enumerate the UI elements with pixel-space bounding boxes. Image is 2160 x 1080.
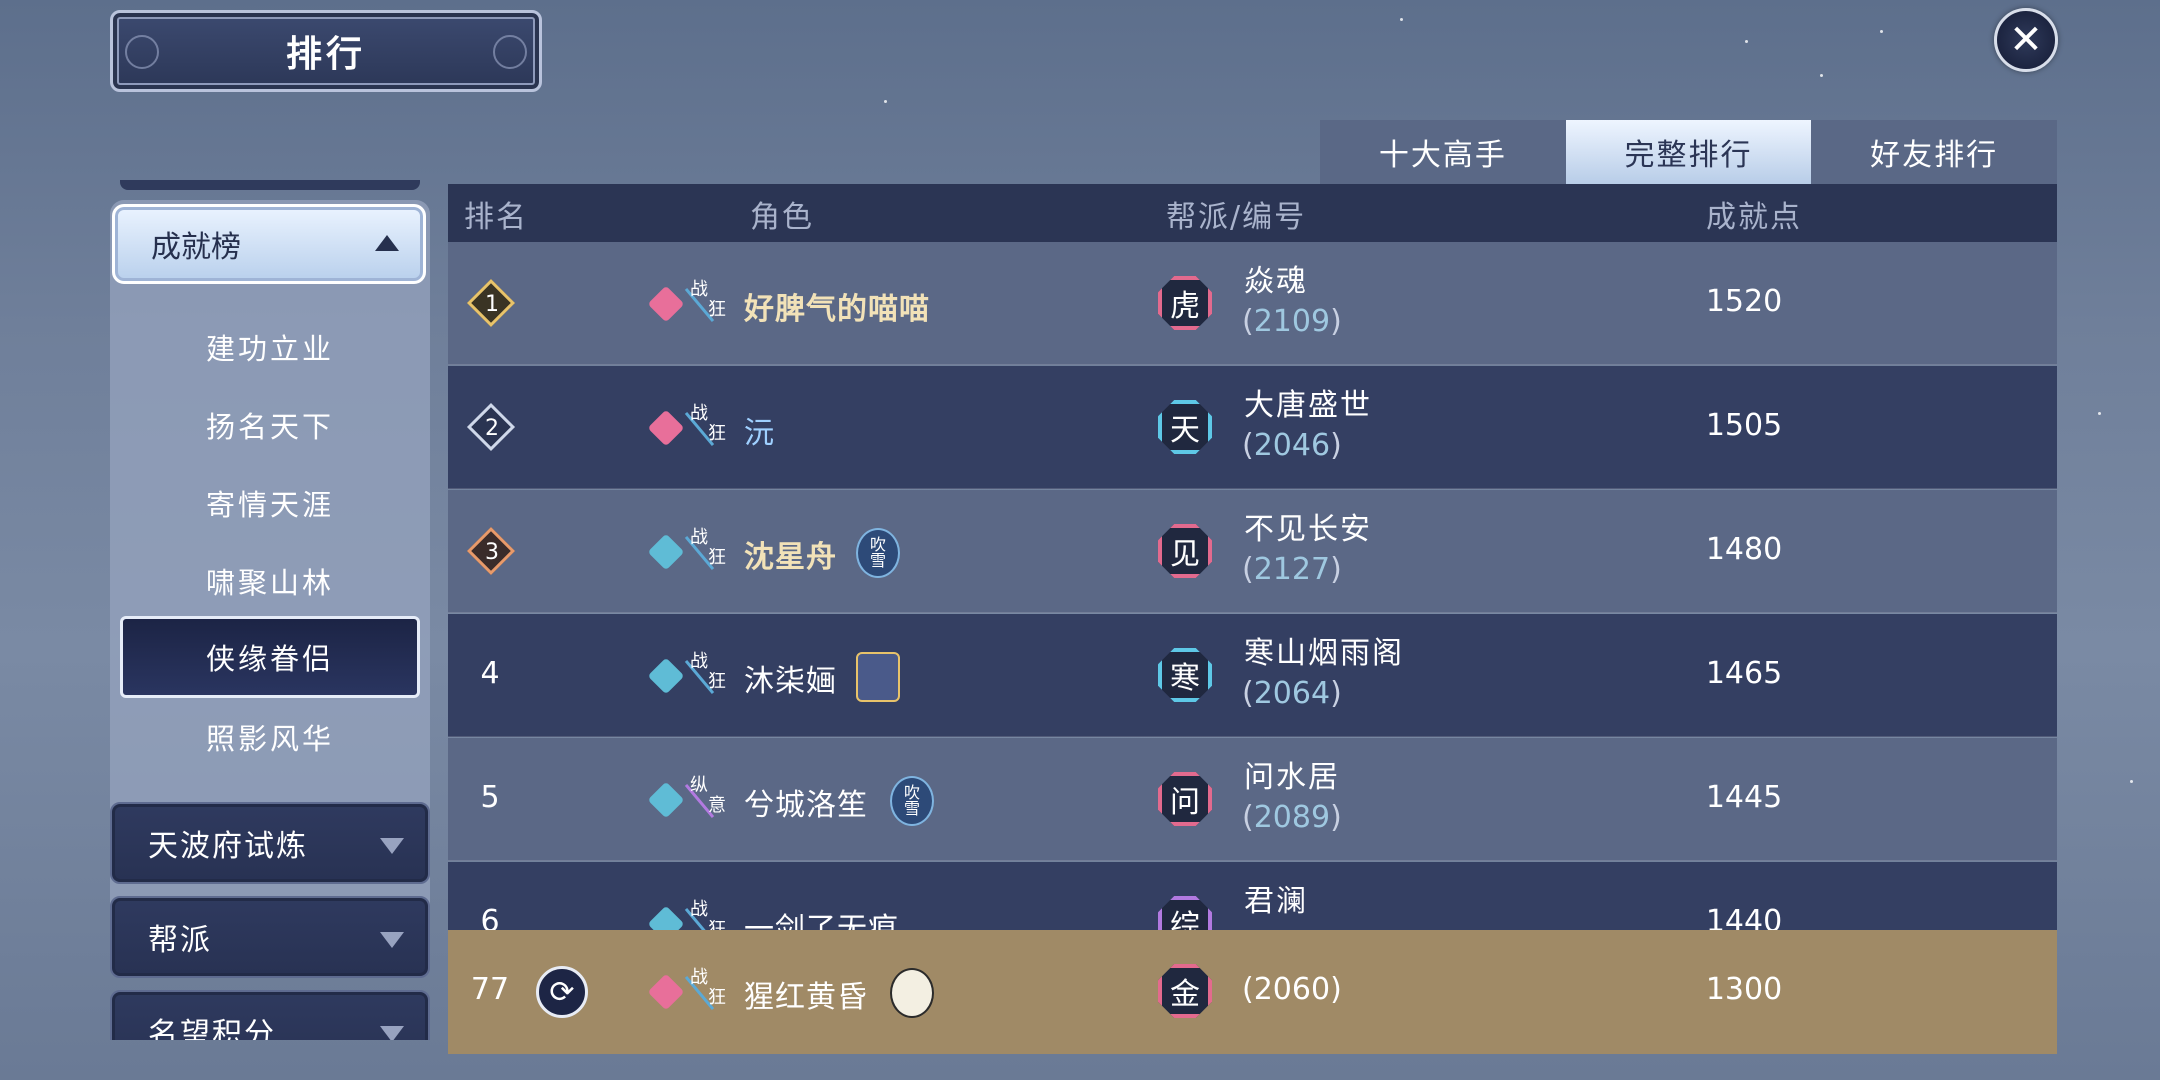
achievement-points: 1505 bbox=[1705, 408, 1783, 443]
ranking-table: 排名 角色 帮派/编号 成就点 1 战狂 好脾气的喵喵 虎 焱魂 (2109) … bbox=[448, 184, 2057, 1054]
sidebar: 成就榜 建功立业 扬名天下 寄情天涯 啸聚山林 侠缘眷侣 照影风华 天波府试炼 … bbox=[110, 180, 430, 1040]
sidebar-category-label: 名望积分 bbox=[148, 1017, 276, 1040]
close-button[interactable]: ✕ bbox=[1994, 8, 2058, 72]
guild-number: (2046) bbox=[1242, 428, 1342, 463]
guild-number: (2109) bbox=[1242, 304, 1342, 339]
triangle-down-icon bbox=[380, 1026, 404, 1040]
refresh-icon[interactable]: ⟳ bbox=[536, 966, 588, 1018]
sidebar-category-label: 帮派 bbox=[148, 923, 212, 958]
guild-name: 君澜 bbox=[1244, 884, 1308, 919]
rank-badge: 1 bbox=[466, 278, 516, 328]
tab-friend-ranking[interactable]: 好友排行 bbox=[1811, 120, 2058, 184]
sidebar-item-1[interactable]: 扬名天下 bbox=[120, 386, 420, 464]
sidebar-scroll-cap bbox=[120, 180, 420, 190]
guild-emblem: 虎 bbox=[1154, 272, 1216, 334]
sidebar-category-label: 天波府试炼 bbox=[148, 829, 308, 864]
my-rank-row[interactable]: 77 ⟳ 战狂 猩红黄昏 金 (2060) 1300 bbox=[448, 930, 2057, 1054]
table-row[interactable]: 2 战狂 沅 天 大唐盛世 (2046) 1505 bbox=[448, 366, 2057, 489]
table-row[interactable]: 3 战狂 沈星舟 吹雪 见 不见长安 (2127) 1480 bbox=[448, 490, 2057, 613]
rank-badge: 2 bbox=[466, 402, 516, 452]
player-name: 沐柒婳 bbox=[744, 664, 837, 699]
guild-emblem: 天 bbox=[1154, 396, 1216, 458]
sidebar-item-5[interactable]: 照影风华 bbox=[120, 698, 420, 776]
guild-name: 寒山烟雨阁 bbox=[1244, 636, 1404, 671]
header-role: 角色 bbox=[750, 200, 814, 235]
achievement-points: 1480 bbox=[1705, 532, 1783, 567]
table-row[interactable]: 1 战狂 好脾气的喵喵 虎 焱魂 (2109) 1520 bbox=[448, 242, 2057, 365]
guild-name: 焱魂 bbox=[1244, 264, 1308, 299]
table-header: 排名 角色 帮派/编号 成就点 bbox=[448, 184, 2057, 242]
class-icon bbox=[647, 285, 685, 323]
close-icon: ✕ bbox=[2009, 17, 2043, 63]
player-name: 好脾气的喵喵 bbox=[744, 292, 930, 327]
guild-name: 大唐盛世 bbox=[1244, 388, 1372, 423]
rank-number: 4 bbox=[480, 656, 500, 691]
sidebar-item-0[interactable]: 建功立业 bbox=[120, 308, 420, 386]
sidebar-category-2[interactable]: 名望积分 bbox=[110, 990, 430, 1040]
rank-number: 5 bbox=[480, 780, 500, 815]
guild-number: (2127) bbox=[1242, 552, 1342, 587]
tab-top-ten[interactable]: 十大高手 bbox=[1320, 120, 1566, 184]
title-badge-icon bbox=[856, 652, 900, 702]
ornament-left-icon bbox=[125, 35, 159, 69]
sidebar-item-3[interactable]: 啸聚山林 bbox=[120, 542, 420, 620]
guild-emblem: 问 bbox=[1154, 768, 1216, 830]
tab-full-ranking[interactable]: 完整排行 bbox=[1565, 120, 1812, 184]
table-row[interactable]: 4 战狂 沐柒婳 寒 寒山烟雨阁 (2064) 1465 bbox=[448, 614, 2057, 737]
sidebar-item-2[interactable]: 寄情天涯 bbox=[120, 464, 420, 542]
guild-emblem: 寒 bbox=[1154, 644, 1216, 706]
triangle-up-icon bbox=[375, 235, 399, 251]
guild-number: (2064) bbox=[1242, 676, 1342, 711]
player-name: 兮城洛笙 bbox=[744, 788, 868, 823]
guild-emblem: 见 bbox=[1154, 520, 1216, 582]
player-name: 沈星舟 bbox=[744, 540, 837, 575]
achievement-points: 1465 bbox=[1705, 656, 1783, 691]
guild-name: 问水居 bbox=[1244, 760, 1340, 795]
sidebar-category-0[interactable]: 天波府试炼 bbox=[110, 802, 430, 884]
guild-emblem: 金 bbox=[1154, 960, 1216, 1022]
achievement-points: 1520 bbox=[1705, 284, 1783, 319]
class-icon bbox=[647, 533, 685, 571]
page-title: 排行 bbox=[285, 34, 366, 75]
stance-icon: 纵意 bbox=[684, 776, 728, 822]
sidebar-category-label: 成就榜 bbox=[151, 230, 241, 265]
ornament-right-icon bbox=[493, 35, 527, 69]
sidebar-item-4[interactable]: 侠缘眷侣 bbox=[120, 616, 420, 698]
class-icon bbox=[647, 409, 685, 447]
stance-icon: 战狂 bbox=[684, 280, 728, 326]
achievement-points: 1300 bbox=[1705, 972, 1783, 1007]
guild-number: (2089) bbox=[1242, 800, 1342, 835]
title-badge-icon: 吹雪 bbox=[856, 528, 900, 578]
rank-number: 77 bbox=[470, 972, 510, 1007]
class-icon bbox=[647, 973, 685, 1011]
class-icon bbox=[647, 781, 685, 819]
achievement-points: 1445 bbox=[1705, 780, 1783, 815]
rank-badge: 3 bbox=[466, 526, 516, 576]
guild-name: 不见长安 bbox=[1244, 512, 1372, 547]
header-points: 成就点 bbox=[1706, 200, 1802, 235]
triangle-down-icon bbox=[380, 932, 404, 948]
ranking-tabs: 十大高手 完整排行 好友排行 bbox=[1320, 120, 2058, 184]
triangle-down-icon bbox=[380, 838, 404, 854]
stance-icon: 战狂 bbox=[684, 652, 728, 698]
title-badge-icon: 吹雪 bbox=[890, 776, 934, 826]
guild-number: (2060) bbox=[1242, 972, 1342, 1007]
page-title-plate: 排行 bbox=[110, 10, 542, 92]
sidebar-category-1[interactable]: 帮派 bbox=[110, 896, 430, 978]
title-badge-icon bbox=[890, 968, 934, 1018]
sidebar-category-achievement[interactable]: 成就榜 bbox=[112, 204, 426, 284]
header-rank: 排名 bbox=[464, 200, 528, 235]
stance-icon: 战狂 bbox=[684, 404, 728, 450]
header-guild: 帮派/编号 bbox=[1166, 200, 1307, 235]
stance-icon: 战狂 bbox=[684, 968, 728, 1014]
stance-icon: 战狂 bbox=[684, 528, 728, 574]
table-row[interactable]: 5 纵意 兮城洛笙 吹雪 问 问水居 (2089) 1445 bbox=[448, 738, 2057, 861]
class-icon bbox=[647, 657, 685, 695]
player-name: 沅 bbox=[744, 416, 775, 451]
player-name: 猩红黄昏 bbox=[744, 980, 868, 1015]
